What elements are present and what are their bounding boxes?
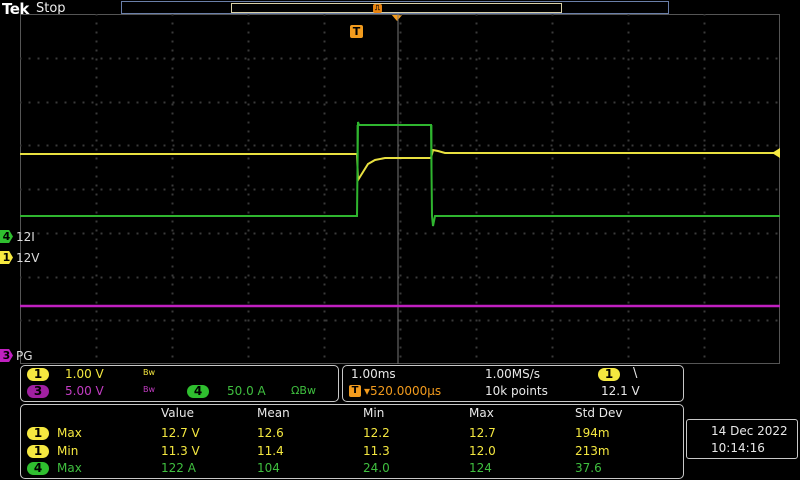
col-header-max: Max <box>469 406 494 420</box>
col-header-mean: Mean <box>257 406 290 420</box>
ch1-badge[interactable]: 1 <box>27 368 49 381</box>
record-length: 10k points <box>485 384 548 398</box>
meas-row-2-max: 12.0 <box>469 444 496 458</box>
meas-row-2-mean: 11.4 <box>257 444 284 458</box>
meas-row-1-mean: 12.6 <box>257 426 284 440</box>
ch4-scale: 50.0 A <box>227 384 266 398</box>
col-header-stddev: Std Dev <box>575 406 623 420</box>
ch1-marker-num: 1 <box>0 251 13 264</box>
datetime-panel[interactable]: 14 Dec 2022 10:14:16 <box>686 419 798 459</box>
timebase: 1.00ms <box>351 367 396 381</box>
meas-row-2-std: 213m <box>575 444 610 458</box>
time-display: 10:14:16 <box>711 441 765 455</box>
ch1-marker[interactable]: 1 12V <box>0 251 39 265</box>
col-header-min: Min <box>363 406 385 420</box>
meas-row-1-badge[interactable]: 1 <box>27 427 49 440</box>
meas-row-2-value: 11.3 V <box>161 444 200 458</box>
meas-row-1-min: 12.2 <box>363 426 390 440</box>
meas-row-2-name: Min <box>57 444 79 458</box>
ch4-marker-num: 4 <box>0 230 13 243</box>
meas-row-1-std: 194m <box>575 426 610 440</box>
delay-trigger-icon: T <box>349 385 361 397</box>
meas-row-2-min: 11.3 <box>363 444 390 458</box>
record-view-window <box>231 3 562 13</box>
trigger-level-marker <box>772 148 780 158</box>
meas-row-3-name: Max <box>57 461 82 475</box>
meas-row-3-badge[interactable]: 4 <box>27 462 49 475</box>
meas-row-1-name: Max <box>57 426 82 440</box>
meas-row-1-max: 12.7 <box>469 426 496 440</box>
ch1-bw-icon: Bw <box>143 368 156 377</box>
ch3-marker-num: 3 <box>0 349 13 362</box>
meas-row-3-mean: 104 <box>257 461 280 475</box>
ch3-marker[interactable]: 3 PG <box>0 349 33 363</box>
meas-row-2-badge[interactable]: 1 <box>27 445 49 458</box>
meas-row-3-std: 37.6 <box>575 461 602 475</box>
col-header-value: Value <box>161 406 194 420</box>
ch4-marker-label: 12I <box>16 230 35 244</box>
trigger-slope-icon: \ <box>633 366 638 381</box>
measurements-panel[interactable]: Value Mean Min Max Std Dev 1 Max 12.7 V … <box>20 404 684 479</box>
horizontal-delay: ▾520.0000µs <box>364 384 442 398</box>
ch4-bw-icon: ΩBw <box>291 384 316 397</box>
trigger-level: 12.1 V <box>601 384 640 398</box>
trigger-source-badge[interactable]: 1 <box>598 368 620 381</box>
ch1-marker-label: 12V <box>16 251 40 265</box>
ch3-marker-label: PG <box>16 349 33 363</box>
ch1-scale: 1.00 V <box>65 367 104 381</box>
ch3-bw-icon: Bw <box>143 385 156 394</box>
vertical-settings-panel[interactable]: 1 1.00 V Bw 3 5.00 V Bw 4 50.0 A ΩBw <box>20 365 339 402</box>
record-trigger-icon: ⎍ <box>373 4 382 13</box>
meas-row-3-max: 124 <box>469 461 492 475</box>
ch4-waveform <box>20 121 780 227</box>
ch3-scale: 5.00 V <box>65 384 104 398</box>
meas-row-3-min: 24.0 <box>363 461 390 475</box>
meas-row-3-value: 122 A <box>161 461 196 475</box>
date-display: 14 Dec 2022 <box>711 424 788 438</box>
horizontal-settings-panel[interactable]: 1.00ms 1.00MS/s 1 \ T ▾520.0000µs 10k po… <box>342 365 684 402</box>
meas-row-1-value: 12.7 V <box>161 426 200 440</box>
ch3-badge[interactable]: 3 <box>27 385 49 398</box>
ch4-badge[interactable]: 4 <box>187 385 209 398</box>
ch4-marker[interactable]: 4 12I <box>0 230 35 244</box>
waveform-graticule[interactable] <box>20 14 780 364</box>
sample-rate: 1.00MS/s <box>485 367 540 381</box>
